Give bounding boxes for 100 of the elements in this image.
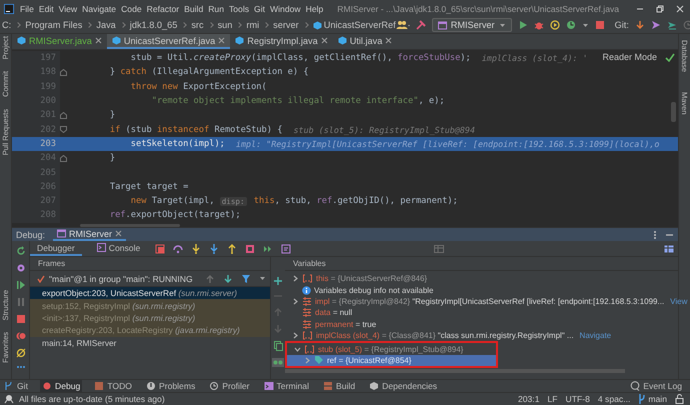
caret-icon[interactable] xyxy=(582,22,589,28)
close-icon[interactable] xyxy=(676,4,684,12)
tool-window-tab[interactable]: Build xyxy=(321,380,358,392)
menu-item[interactable]: Tools xyxy=(228,4,250,14)
menu-item[interactable]: Window xyxy=(270,4,301,14)
breakpoints-icon[interactable] xyxy=(16,331,26,341)
fold-marker-icon[interactable] xyxy=(60,68,67,76)
thread-dropdown[interactable]: "main"@1 in group "main": RUNNING xyxy=(37,274,197,284)
tool-window-tab[interactable]: Problems xyxy=(144,380,198,392)
step-out-icon[interactable] xyxy=(227,244,238,254)
stop-icon[interactable] xyxy=(16,314,26,324)
tool-window-tab[interactable]: Event Log xyxy=(628,380,684,392)
fold-marker-icon[interactable] xyxy=(60,154,67,162)
rerun-icon[interactable] xyxy=(16,246,26,256)
evaluate-icon[interactable] xyxy=(281,244,292,254)
people-icon[interactable] xyxy=(396,20,410,30)
stack-frame[interactable]: exportObject:203, UnicastServerRef (sun.rmi.server) xyxy=(30,287,270,300)
tool-window-tab[interactable]: Terminal xyxy=(262,380,311,392)
previous-frame-icon[interactable] xyxy=(205,274,215,284)
push-icon[interactable] xyxy=(650,20,661,30)
restore-icon[interactable] xyxy=(656,4,664,12)
mute-breakpoints-icon[interactable] xyxy=(16,348,26,358)
menu-item[interactable]: Run xyxy=(208,4,224,14)
hammer-icon[interactable] xyxy=(416,20,426,30)
restore-layout-icon[interactable] xyxy=(155,244,166,254)
close-icon[interactable] xyxy=(94,37,102,44)
menu-item[interactable]: Edit xyxy=(38,4,54,14)
editor-tab[interactable]: RegistryImpl.java xyxy=(230,34,333,49)
update-icon[interactable] xyxy=(634,20,645,30)
run-to-cursor-icon[interactable] xyxy=(263,244,274,254)
menu-item[interactable]: Navigate xyxy=(82,4,116,14)
commit-icon[interactable] xyxy=(666,20,677,30)
menu-item[interactable]: Build xyxy=(184,4,204,14)
menu-item[interactable]: Code xyxy=(121,4,142,14)
tool-window-tab[interactable]: TODO xyxy=(92,380,134,392)
force-step-into-icon[interactable] xyxy=(209,244,220,254)
stack-frame[interactable]: <init>:137, RegistryImpl (sun.rmi.registry) xyxy=(30,312,270,324)
vertical-scrollbar[interactable] xyxy=(671,102,676,122)
reader-mode-link[interactable]: Reader Mode xyxy=(602,52,657,62)
stack-frame[interactable]: main:14, RMIServer xyxy=(30,336,270,349)
breadcrumb-item[interactable]: server xyxy=(273,20,299,30)
fold-marker-icon[interactable] xyxy=(60,112,67,119)
stop-icon[interactable] xyxy=(594,20,605,30)
layout-icon[interactable] xyxy=(434,244,444,252)
horizontal-scrollbar[interactable] xyxy=(80,224,180,227)
coverage-icon[interactable] xyxy=(550,20,560,30)
indent-setting[interactable]: 4 spac... xyxy=(598,394,630,404)
horizontal-scrollbar[interactable] xyxy=(285,369,625,373)
profiler-icon[interactable] xyxy=(566,20,576,30)
step-into-icon[interactable] xyxy=(191,244,202,254)
editor-tab[interactable]: Util.java xyxy=(332,34,398,49)
copy-icon[interactable] xyxy=(274,341,282,351)
link[interactable]: Navigate xyxy=(580,331,612,340)
breadcrumb-item[interactable]: UnicastServerRef xyxy=(324,20,396,30)
watches-toggle[interactable] xyxy=(272,358,284,367)
add-icon[interactable] xyxy=(274,277,282,285)
more-icon[interactable] xyxy=(653,230,657,240)
breadcrumb-item[interactable]: Java xyxy=(96,20,116,30)
resume-icon[interactable] xyxy=(16,280,26,290)
menu-item[interactable]: View xyxy=(58,4,78,14)
tool-window-tab[interactable]: Profiler xyxy=(207,380,252,392)
close-icon[interactable] xyxy=(320,37,328,44)
close-icon[interactable] xyxy=(218,37,226,44)
tool-window-tab[interactable]: Dependencies xyxy=(367,380,440,392)
step-over-icon[interactable] xyxy=(173,244,184,254)
menu-item[interactable]: Help xyxy=(306,4,324,14)
history-icon[interactable] xyxy=(682,20,690,30)
stack-frame[interactable]: createRegistry:203, LocateRegistry (java.rmi.registry) xyxy=(30,324,270,337)
breadcrumb-item[interactable]: C: xyxy=(2,20,12,30)
breadcrumb-item[interactable]: jdk1.8.0_65 xyxy=(130,20,178,30)
debugger-tab[interactable]: Console xyxy=(90,241,148,256)
menu-item[interactable]: File xyxy=(20,4,34,14)
breadcrumb-item[interactable]: Program Files xyxy=(25,20,82,30)
tool-window-tab[interactable]: Debug xyxy=(40,380,82,392)
breadcrumb-item[interactable]: src xyxy=(191,20,204,30)
menu-item[interactable]: Git xyxy=(254,4,266,14)
menu-item[interactable]: Refactor xyxy=(146,4,180,14)
breadcrumb-item[interactable]: rmi xyxy=(246,20,260,30)
drop-frame-icon[interactable] xyxy=(245,244,256,254)
line-separator[interactable]: LF xyxy=(547,394,558,404)
settings-icon[interactable] xyxy=(16,263,26,273)
session-tab[interactable]: RMIServer xyxy=(53,228,126,241)
debugger-tab[interactable]: Debugger xyxy=(30,241,82,256)
run-configuration-dropdown[interactable]: RMIServer xyxy=(432,18,512,32)
editor-tab[interactable]: RMIServer.java xyxy=(12,34,107,49)
editor-tab[interactable]: UnicastServerRef.java xyxy=(106,34,230,49)
table-icon[interactable] xyxy=(664,244,674,252)
play-icon[interactable] xyxy=(518,20,528,30)
next-frame-icon[interactable] xyxy=(223,274,233,284)
close-icon[interactable] xyxy=(115,230,122,237)
lock-icon[interactable] xyxy=(675,394,684,404)
close-icon[interactable] xyxy=(385,37,392,44)
filter-icon[interactable] xyxy=(241,274,251,284)
more-icon[interactable] xyxy=(16,365,26,369)
breadcrumb-item[interactable]: sun xyxy=(218,20,232,30)
link[interactable]: View xyxy=(670,296,688,306)
git-branch[interactable]: main xyxy=(638,394,667,404)
bug-icon[interactable] xyxy=(534,20,544,30)
pause-icon[interactable] xyxy=(16,297,26,307)
caret-icon[interactable] xyxy=(259,275,266,282)
